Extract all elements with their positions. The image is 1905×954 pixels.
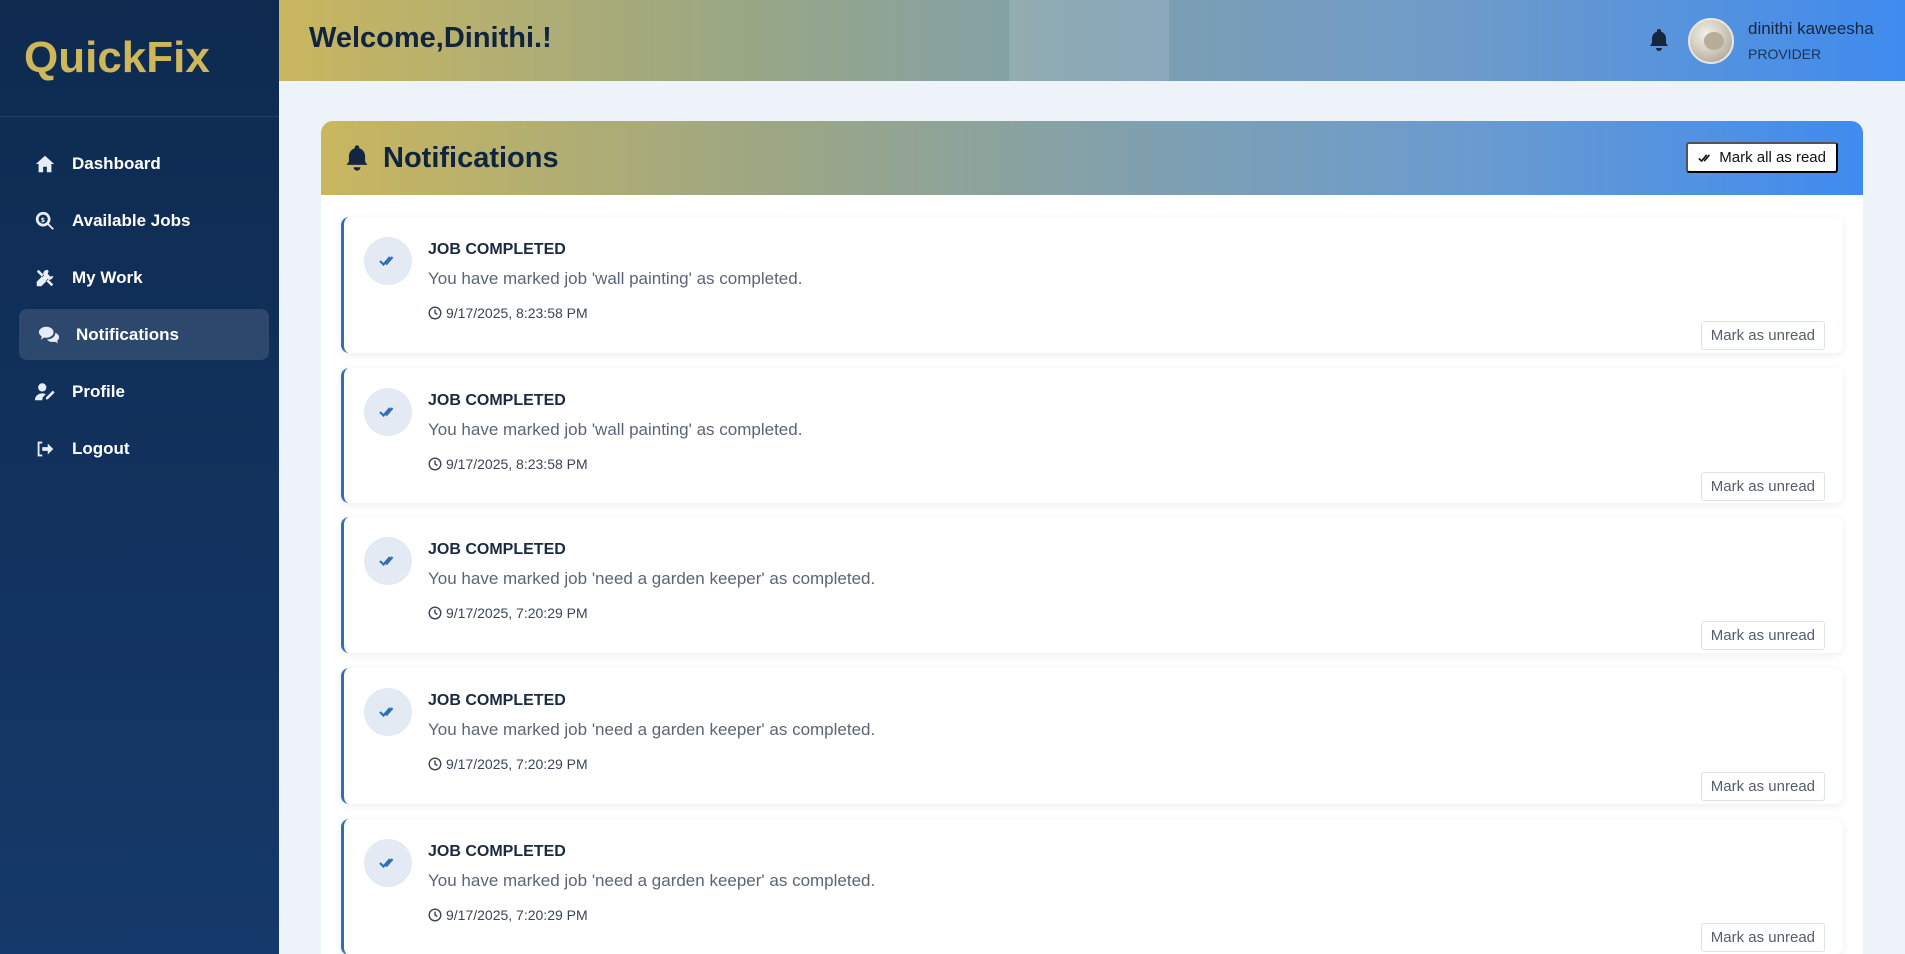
double-check-icon [364, 237, 412, 285]
sidebar-item-logout[interactable]: Logout [19, 423, 269, 474]
notification-time: 9/17/2025, 7:20:29 PM [428, 756, 588, 772]
mark-as-unread-button[interactable]: Mark as unread [1700, 772, 1825, 801]
notification-time: 9/17/2025, 8:23:58 PM [428, 456, 588, 472]
home-icon [33, 152, 57, 176]
notification-card[interactable]: JOB COMPLETED You have marked job 'need … [341, 819, 1843, 954]
notification-time-text: 9/17/2025, 7:20:29 PM [446, 907, 588, 923]
notification-title: JOB COMPLETED [428, 541, 566, 558]
clock-icon [428, 306, 442, 320]
notification-time-text: 9/17/2025, 8:23:58 PM [446, 456, 588, 472]
logout-icon [33, 437, 57, 461]
comments-icon [37, 323, 61, 347]
mark-as-unread-button[interactable]: Mark as unread [1700, 923, 1825, 952]
user-name: dinithi kaweesha [1748, 19, 1874, 38]
notification-title: JOB COMPLETED [428, 241, 566, 258]
clock-icon [428, 606, 442, 620]
search-dollar-icon: $ [33, 209, 57, 233]
double-check-icon [364, 839, 412, 887]
mark-as-unread-button[interactable]: Mark as unread [1700, 472, 1825, 501]
bell-icon [346, 145, 368, 171]
notification-message: You have marked job 'need a garden keepe… [428, 569, 876, 588]
welcome-heading: Welcome,Dinithi.! [309, 22, 552, 54]
notification-time-text: 9/17/2025, 7:20:29 PM [446, 605, 588, 621]
mark-as-unread-button[interactable]: Mark as unread [1700, 621, 1825, 650]
notification-message: You have marked job 'need a garden keepe… [428, 871, 876, 890]
user-role: PROVIDER [1748, 46, 1822, 62]
notification-message: You have marked job 'wall painting' as c… [428, 269, 803, 288]
sidebar-item-label: Logout [72, 438, 130, 458]
notifications-panel: Notifications Mark all as read JOB COMPL… [321, 121, 1863, 954]
notification-list: JOB COMPLETED You have marked job 'wall … [321, 195, 1863, 954]
bell-icon[interactable] [1647, 27, 1671, 53]
sidebar-item-label: My Work [72, 267, 143, 287]
double-check-icon [364, 537, 412, 585]
svg-text:$: $ [41, 215, 46, 223]
double-check-icon [364, 388, 412, 436]
app-logo[interactable]: QuickFix [0, 0, 279, 117]
double-check-icon [1698, 153, 1711, 162]
sidebar: QuickFix Dashboard $ Available Jobs My W… [0, 0, 279, 954]
sidebar-item-my-work[interactable]: My Work [19, 252, 269, 303]
top-header: Welcome,Dinithi.! dinithi kaweesha PROVI… [279, 0, 1905, 81]
clock-icon [428, 908, 442, 922]
mark-as-unread-button[interactable]: Mark as unread [1700, 321, 1825, 350]
clock-icon [428, 457, 442, 471]
sidebar-nav: Dashboard $ Available Jobs My Work Notif… [0, 117, 279, 474]
sidebar-item-label: Dashboard [72, 153, 161, 173]
notification-title: JOB COMPLETED [428, 843, 566, 860]
notification-card[interactable]: JOB COMPLETED You have marked job 'wall … [341, 368, 1843, 503]
notification-time: 9/17/2025, 7:20:29 PM [428, 907, 588, 923]
clock-icon [428, 757, 442, 771]
notification-card[interactable]: JOB COMPLETED You have marked job 'need … [341, 668, 1843, 804]
sidebar-item-label: Profile [72, 381, 125, 401]
notification-message: You have marked job 'need a garden keepe… [428, 720, 876, 739]
user-edit-icon [33, 380, 57, 404]
notification-time-text: 9/17/2025, 8:23:58 PM [446, 305, 588, 321]
tools-icon [33, 266, 57, 290]
page-title: Notifications [383, 141, 559, 174]
mark-all-read-button[interactable]: Mark all as read [1686, 142, 1838, 173]
avatar[interactable] [1688, 18, 1734, 64]
notification-card[interactable]: JOB COMPLETED You have marked job 'need … [341, 517, 1843, 653]
notification-card[interactable]: JOB COMPLETED You have marked job 'wall … [341, 217, 1843, 353]
notifications-header: Notifications Mark all as read [321, 121, 1863, 195]
sidebar-item-profile[interactable]: Profile [19, 366, 269, 417]
notification-title: JOB COMPLETED [428, 692, 566, 709]
sidebar-item-dashboard[interactable]: Dashboard [19, 138, 269, 189]
sidebar-item-label: Available Jobs [72, 210, 191, 230]
sidebar-item-available-jobs[interactable]: $ Available Jobs [19, 195, 269, 246]
notification-time-text: 9/17/2025, 7:20:29 PM [446, 756, 588, 772]
notification-title: JOB COMPLETED [428, 392, 566, 409]
mark-all-read-label: Mark all as read [1719, 149, 1826, 166]
notification-time: 9/17/2025, 8:23:58 PM [428, 305, 588, 321]
notification-time: 9/17/2025, 7:20:29 PM [428, 605, 588, 621]
notification-message: You have marked job 'wall painting' as c… [428, 420, 803, 439]
sidebar-item-notifications[interactable]: Notifications [19, 309, 269, 360]
sidebar-item-label: Notifications [76, 324, 179, 344]
double-check-icon [364, 688, 412, 736]
